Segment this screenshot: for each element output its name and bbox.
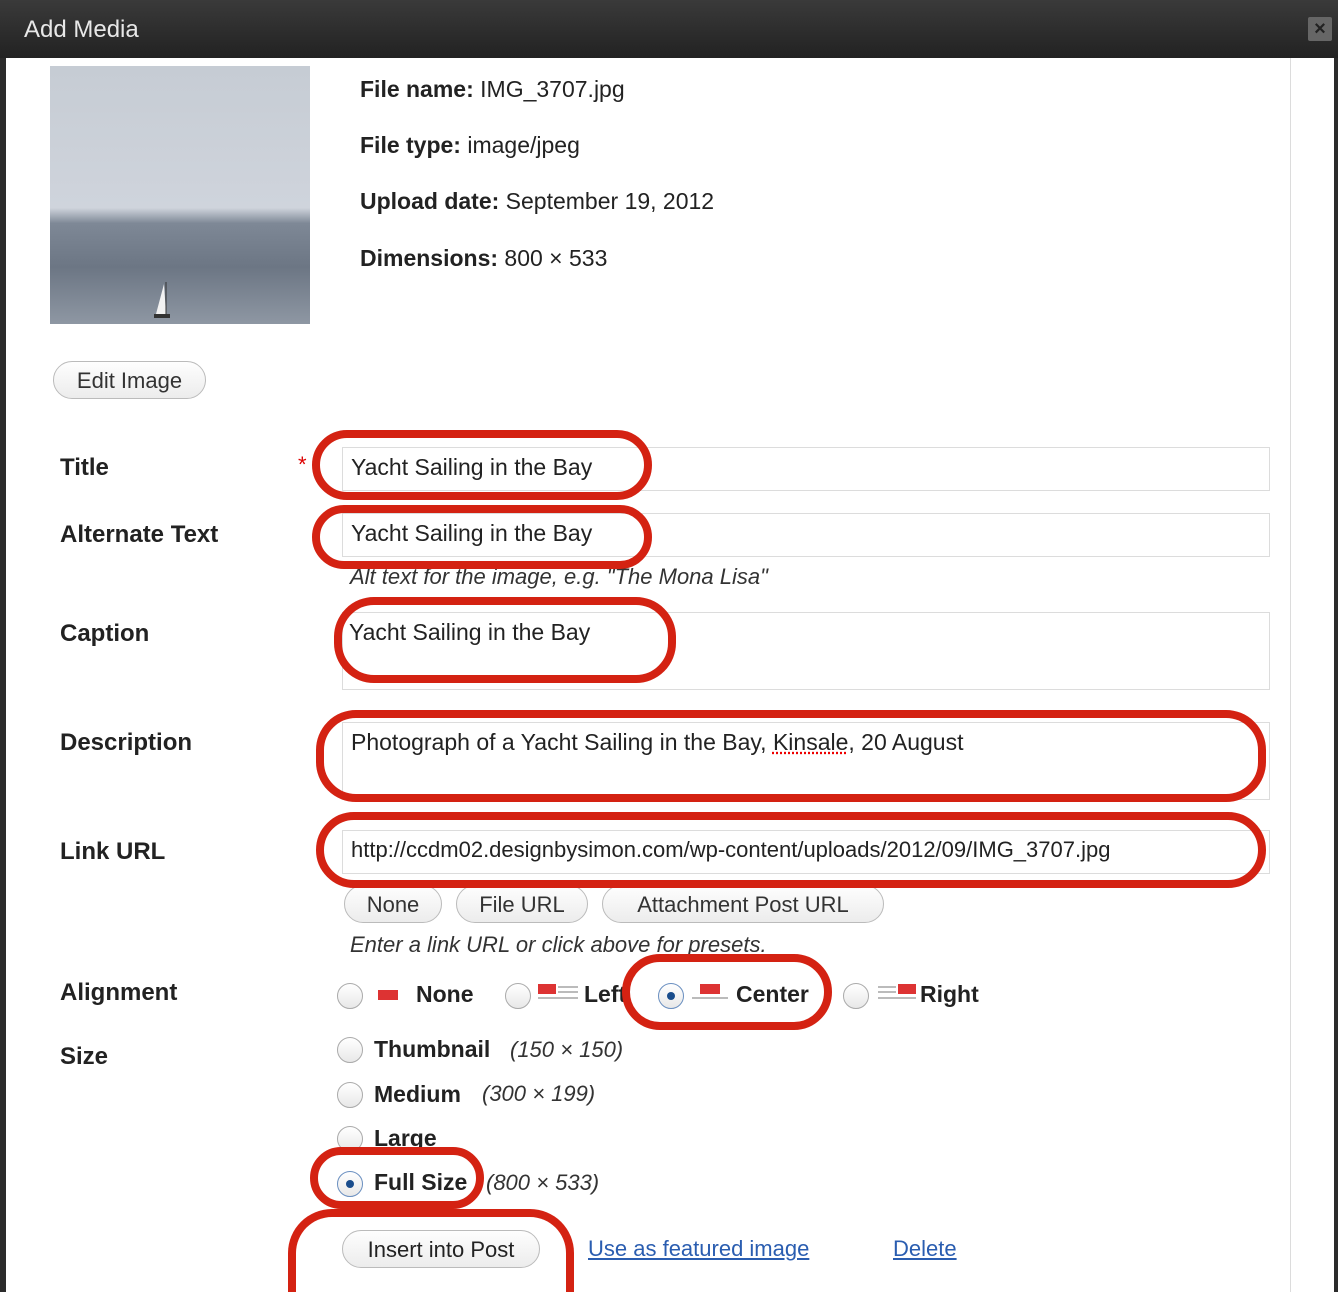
link-attachment-button[interactable]: Attachment Post URL [602, 885, 884, 923]
annotation-description [316, 710, 1266, 802]
file-name: File name: IMG_3707.jpg [360, 76, 625, 102]
image-thumbnail [50, 66, 310, 324]
use-as-featured-image-link[interactable]: Use as featured image [588, 1236, 809, 1262]
upload-date: Upload date: September 19, 2012 [360, 188, 715, 214]
scroll-divider [1290, 58, 1291, 1292]
delete-link[interactable]: Delete [893, 1236, 957, 1262]
align-right-label: Right [920, 981, 979, 1007]
align-right-radio[interactable] [843, 983, 869, 1009]
dialog-titlebar: Add Media × [0, 0, 1338, 58]
alt-text-label: Alternate Text [60, 521, 219, 548]
annotation-alt-text [312, 505, 652, 569]
size-full-dim: (800 × 533) [486, 1170, 600, 1195]
annotation-title [312, 430, 652, 500]
description-label: Description [60, 729, 193, 756]
align-none-radio[interactable] [337, 983, 363, 1009]
dimensions: Dimensions: 800 × 533 [360, 245, 608, 271]
align-none-label: None [416, 981, 474, 1007]
alignment-label: Alignment [60, 979, 178, 1006]
title-label: Title [60, 454, 109, 481]
close-icon[interactable]: × [1308, 17, 1332, 41]
link-url-label: Link URL [60, 838, 166, 865]
size-medium-label: Medium [374, 1081, 461, 1107]
edit-image-button[interactable]: Edit Image [53, 361, 206, 399]
size-label: Size [60, 1043, 109, 1070]
align-right-icon [878, 984, 916, 999]
annotation-caption [334, 597, 676, 683]
sailboat-icon [154, 282, 170, 318]
size-medium-radio[interactable] [337, 1082, 363, 1108]
annotation-full-size [310, 1147, 484, 1209]
size-medium-dim: (300 × 199) [482, 1081, 596, 1106]
size-thumbnail-label: Thumbnail [374, 1036, 491, 1062]
caption-label: Caption [60, 620, 150, 647]
size-thumbnail-dim: (150 × 150) [510, 1037, 624, 1062]
file-type: File type: image/jpeg [360, 132, 580, 158]
dialog-title: Add Media [24, 16, 139, 43]
align-left-radio[interactable] [505, 983, 531, 1009]
size-thumbnail-radio[interactable] [337, 1037, 363, 1063]
annotation-link-url [316, 812, 1266, 888]
annotation-insert-into-post [288, 1209, 574, 1292]
align-left-icon [538, 984, 578, 999]
required-marker: * [298, 452, 307, 477]
align-left-label: Left [584, 981, 627, 1007]
align-none-icon [378, 990, 398, 1000]
link-none-button[interactable]: None [344, 885, 442, 923]
link-file-url-button[interactable]: File URL [456, 885, 588, 923]
annotation-alignment-center [622, 954, 832, 1030]
